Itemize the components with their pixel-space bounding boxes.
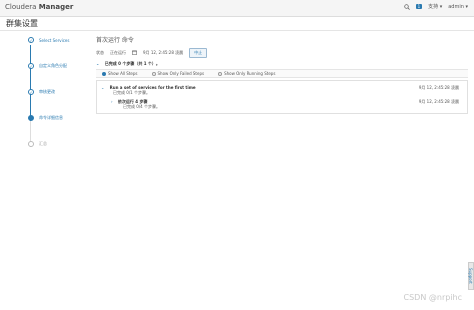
step-command-details[interactable]: 命令详细信息 (28, 115, 63, 121)
watermark: CSDN @nrpihc (403, 293, 462, 302)
top-right-menu: 1 支持 ▾ admin ▾ (403, 3, 468, 10)
step-progress: 已完成 0/4 个步骤。 (123, 104, 160, 109)
support-menu[interactable]: 支持 ▾ (428, 3, 442, 10)
notification-badge[interactable]: 1 (415, 4, 423, 9)
page-title: 群集设置 (6, 19, 38, 28)
top-bar: Cloudera Manager 1 支持 ▾ admin ▾ (0, 0, 474, 17)
summary-toggle[interactable]: ⌄ 已完成 0 个步骤（共 1 个）。 (96, 61, 160, 67)
radio-icon (151, 72, 156, 76)
abort-button[interactable]: 中止 (189, 48, 208, 58)
step-review-changes[interactable]: ✓ 审核更改 (28, 89, 55, 95)
check-icon: ✓ (28, 37, 34, 43)
status-row: 状态 正在运行 9月 12, 2:45:28 凌晨 中止 (96, 48, 208, 58)
step-timestamp: 9月 12, 2:45:28 凌晨 (418, 85, 459, 90)
current-step-icon (28, 115, 34, 121)
support-tab[interactable]: Support (468, 262, 474, 290)
title-bar: 群集设置 (0, 17, 474, 31)
status-label: 状态 (96, 50, 104, 55)
filter-show-all[interactable]: Show All Steps (102, 71, 138, 76)
check-icon: ✓ (28, 89, 34, 95)
radio-icon (218, 72, 223, 76)
chevron-down-icon: ⌄ (96, 61, 100, 66)
command-date: 9月 12, 2:45:28 凌晨 (143, 50, 184, 55)
command-title: 首次运行 命令 (96, 37, 134, 44)
step-select-services[interactable]: ✓ Select Services (28, 37, 69, 43)
wizard-sidebar: ✓ Select Services ✓ 自定义角色分配 ✓ 审核更改 命令详细信… (0, 31, 90, 310)
step-progress: 已完成 0/1 个步骤。 (113, 90, 150, 95)
pending-step-icon (28, 141, 34, 147)
brand-logo[interactable]: Cloudera Manager (5, 3, 73, 11)
check-icon: ✓ (28, 63, 34, 69)
chevron-right-icon[interactable]: › (111, 99, 113, 104)
step-role-assignment[interactable]: ✓ 自定义角色分配 (28, 63, 67, 69)
filter-show-running[interactable]: Show Only Running Steps (218, 71, 275, 76)
search-icon[interactable] (403, 3, 410, 10)
admin-menu[interactable]: admin ▾ (448, 4, 468, 10)
step-summary: 汇总 (28, 141, 47, 147)
radio-selected-icon (102, 72, 106, 76)
command-steps-table: ⌄ Run a set of services for the first ti… (96, 80, 468, 114)
chevron-down-icon[interactable]: ⌄ (101, 85, 104, 90)
filter-show-failed[interactable]: Show Only Failed Steps (151, 71, 204, 76)
step-timestamp: 9月 12, 2:45:28 凌晨 (418, 99, 459, 104)
step-filter-bar: Show All Steps Show Only Failed Steps Sh… (96, 69, 468, 78)
calendar-icon (132, 50, 137, 56)
status-value: 正在运行 (110, 50, 126, 55)
